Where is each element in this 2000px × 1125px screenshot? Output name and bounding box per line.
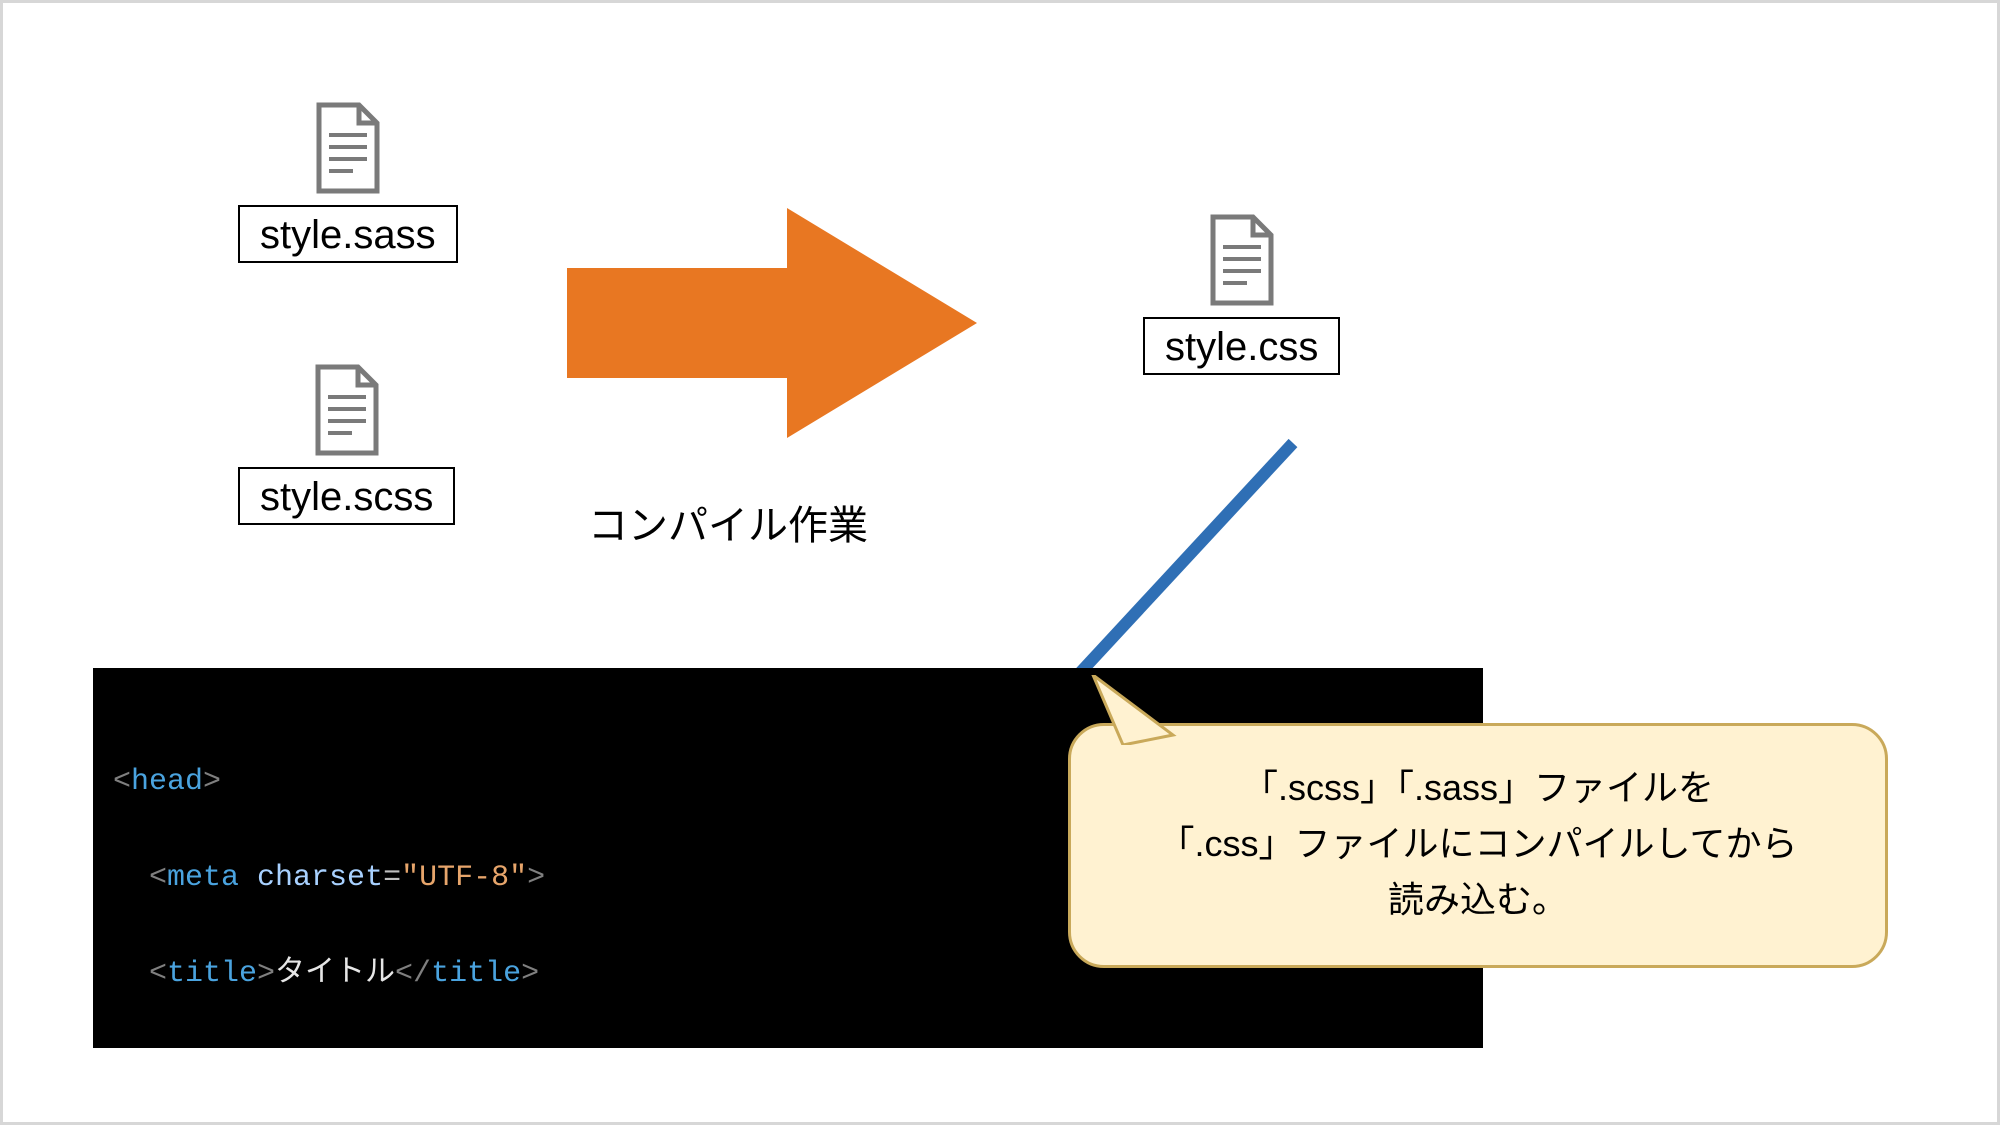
code-tag-meta1: meta bbox=[167, 861, 239, 895]
bubble-line3: 読み込む。 bbox=[1115, 872, 1841, 928]
document-icon bbox=[309, 101, 387, 195]
bubble-line1: 「.scss」「.sass」ファイルを bbox=[1115, 760, 1841, 816]
explanation-bubble: 「.scss」「.sass」ファイルを 「.css」ファイルにコンパイルしてから… bbox=[1068, 723, 1888, 968]
code-title-text: タイトル bbox=[275, 957, 395, 991]
file-sass-label: style.sass bbox=[238, 205, 458, 263]
arrow-right-icon bbox=[537, 198, 987, 448]
code-tag-title-open: title bbox=[167, 957, 257, 991]
bubble-line2: 「.css」ファイルにコンパイルしてから bbox=[1115, 816, 1841, 872]
code-attr-charset: charset bbox=[257, 861, 383, 895]
compile-label: コンパイル作業 bbox=[588, 493, 868, 551]
code-tag-head-open: head bbox=[131, 765, 203, 799]
diagram-canvas: style.sass style.scss コンパイル作業 style.css bbox=[0, 0, 2000, 1125]
file-scss: style.scss bbox=[238, 363, 455, 525]
document-icon bbox=[1203, 213, 1281, 307]
file-css: style.css bbox=[1143, 213, 1340, 375]
code-tag-title-close: title bbox=[431, 957, 521, 991]
code-val-charset: "UTF-8" bbox=[401, 861, 527, 895]
file-css-label: style.css bbox=[1143, 317, 1340, 375]
document-icon bbox=[308, 363, 386, 457]
file-sass: style.sass bbox=[238, 101, 458, 263]
file-scss-label: style.scss bbox=[238, 467, 455, 525]
